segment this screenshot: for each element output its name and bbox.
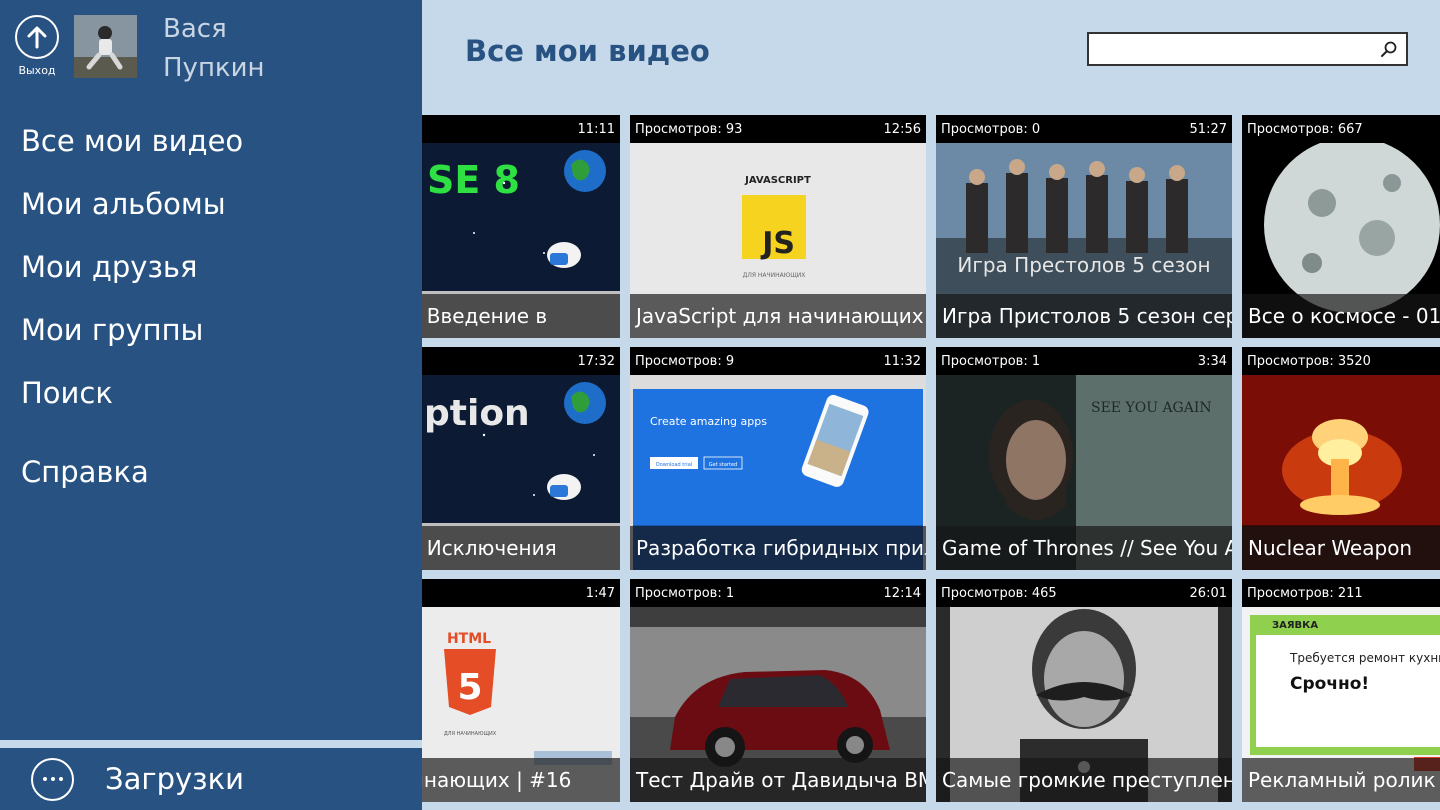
duration: 12:56	[883, 121, 921, 137]
sidebar-nav: Все мои видео Мои альбомы Мои друзья Мои…	[0, 115, 422, 509]
more-icon	[31, 757, 74, 801]
sidebar-item-help[interactable]: Справка	[0, 446, 422, 509]
video-title: Game of Thrones // See You Ag	[936, 526, 1232, 570]
views-count: Просмотров: 1	[941, 353, 1041, 369]
thumb-exception: ption	[424, 393, 530, 434]
views-count: Просмотров: 9	[635, 353, 735, 369]
thumb-get-started: Get started	[709, 462, 737, 468]
thumb-download-btn: Download trial	[656, 462, 692, 468]
views-count: Просмотров: 465	[941, 585, 1057, 601]
downloads-label: Загрузки	[105, 762, 244, 796]
sidebar-item-all-videos[interactable]: Все мои видео	[0, 115, 422, 178]
video-title: Разработка гибридных прило	[630, 526, 926, 570]
user-last-name: Пупкин	[163, 53, 265, 83]
video-title: Самые громкие преступления	[936, 758, 1232, 802]
video-tile[interactable]: Просмотров: 93 12:56 JAVASCRIPT JS ДЛЯ НА…	[630, 115, 926, 338]
logout-label: Выход	[18, 64, 56, 77]
user-name: Вася Пупкин	[163, 10, 265, 88]
duration: 12:14	[883, 585, 921, 601]
video-title: Игра Пристолов 5 сезон серия	[936, 294, 1232, 338]
svg-text:5: 5	[457, 667, 482, 708]
video-title: Тест Драйв от Давидыча BMW	[630, 758, 926, 802]
video-tile[interactable]: Просмотров: 1 3:34 SEE YOU AGAIN Game of …	[936, 347, 1232, 570]
duration: 3:34	[1197, 353, 1227, 369]
arrow-up-icon	[15, 15, 59, 59]
thumb-js-sub: ДЛЯ НАЧИНАЮЩИХ	[743, 272, 806, 279]
sidebar-item-friends[interactable]: Мои друзья	[0, 241, 422, 304]
thumb-see-you-again: SEE YOU AGAIN	[1091, 400, 1212, 416]
thumb-se8: SE 8	[427, 158, 520, 202]
logout-button[interactable]: Выход	[15, 15, 59, 77]
video-tile[interactable]: Просмотров: 211 ЗАЯВКА Требуется ремонт …	[1242, 579, 1440, 802]
views-count: Просмотров: 667	[1247, 121, 1363, 137]
video-tile[interactable]: Просмотров: 1 12:14 Тест Драйв от Давидыч…	[630, 579, 926, 802]
thumb-create-apps: Create amazing apps	[650, 415, 767, 428]
views-count: Просмотров: 211	[1247, 585, 1363, 601]
video-title: Рекламный ролик Ре	[1242, 758, 1440, 802]
video-tile[interactable]: Просмотров: 9 11:32 Create amazing apps D…	[630, 347, 926, 570]
sidebar-item-search[interactable]: Поиск	[0, 367, 422, 430]
search-input[interactable]	[1089, 34, 1377, 64]
thumb-js-heading: JAVASCRIPT	[744, 175, 811, 186]
thumb-js-logo: JS	[760, 226, 795, 261]
thumb-ad-line2: Срочно!	[1290, 674, 1369, 694]
sidebar: Выход Вася Пупкин Все мои видео Мои альб…	[0, 0, 422, 810]
duration: 17:32	[577, 353, 615, 369]
search-icon[interactable]	[1380, 40, 1398, 58]
avatar[interactable]	[74, 15, 137, 78]
thumb-ad-line1: Требуется ремонт кухни	[1289, 651, 1440, 665]
video-tile[interactable]: Просмотров: 3520 Nuclear Weapon	[1242, 347, 1440, 570]
duration: 11:32	[883, 353, 921, 369]
thumb-got-overlay: Игра Престолов 5 сезон	[957, 253, 1210, 277]
search-box	[1087, 32, 1408, 66]
downloads-button[interactable]: Загрузки	[0, 740, 422, 810]
views-count: Просмотров: 3520	[1247, 353, 1371, 369]
sidebar-item-groups[interactable]: Мои группы	[0, 304, 422, 367]
page-title: Все мои видео	[465, 34, 710, 68]
video-title: Nuclear Weapon	[1242, 526, 1440, 570]
duration: 51:27	[1189, 121, 1227, 137]
video-title: JavaScript для начинающих | #	[630, 294, 926, 338]
duration: 11:11	[577, 121, 615, 137]
user-first-name: Вася	[163, 14, 227, 44]
duration: 1:47	[585, 585, 615, 601]
thumb-html5: HTML	[447, 631, 491, 647]
duration: 26:01	[1189, 585, 1227, 601]
sidebar-item-albums[interactable]: Мои альбомы	[0, 178, 422, 241]
views-count: Просмотров: 1	[635, 585, 735, 601]
video-tile[interactable]: Просмотров: 465 26:01 Самые громкие прест…	[936, 579, 1232, 802]
thumb-ad-header: ЗАЯВКА	[1272, 620, 1318, 631]
video-tile[interactable]: Просмотров: 0 51:27 Игра Престолов 5 сезо…	[936, 115, 1232, 338]
views-count: Просмотров: 0	[941, 121, 1041, 137]
views-count: Просмотров: 93	[635, 121, 743, 137]
video-tile[interactable]: Просмотров: 667 Все о космосе - 01	[1242, 115, 1440, 338]
video-grid: 191111:11 SE 8 Java SE 8. Урок 1. Введен…	[324, 115, 1440, 810]
video-title: Все о космосе - 01	[1242, 294, 1440, 338]
thumb-html5-sub: ДЛЯ НАЧИНАЮЩИХ	[444, 731, 497, 737]
